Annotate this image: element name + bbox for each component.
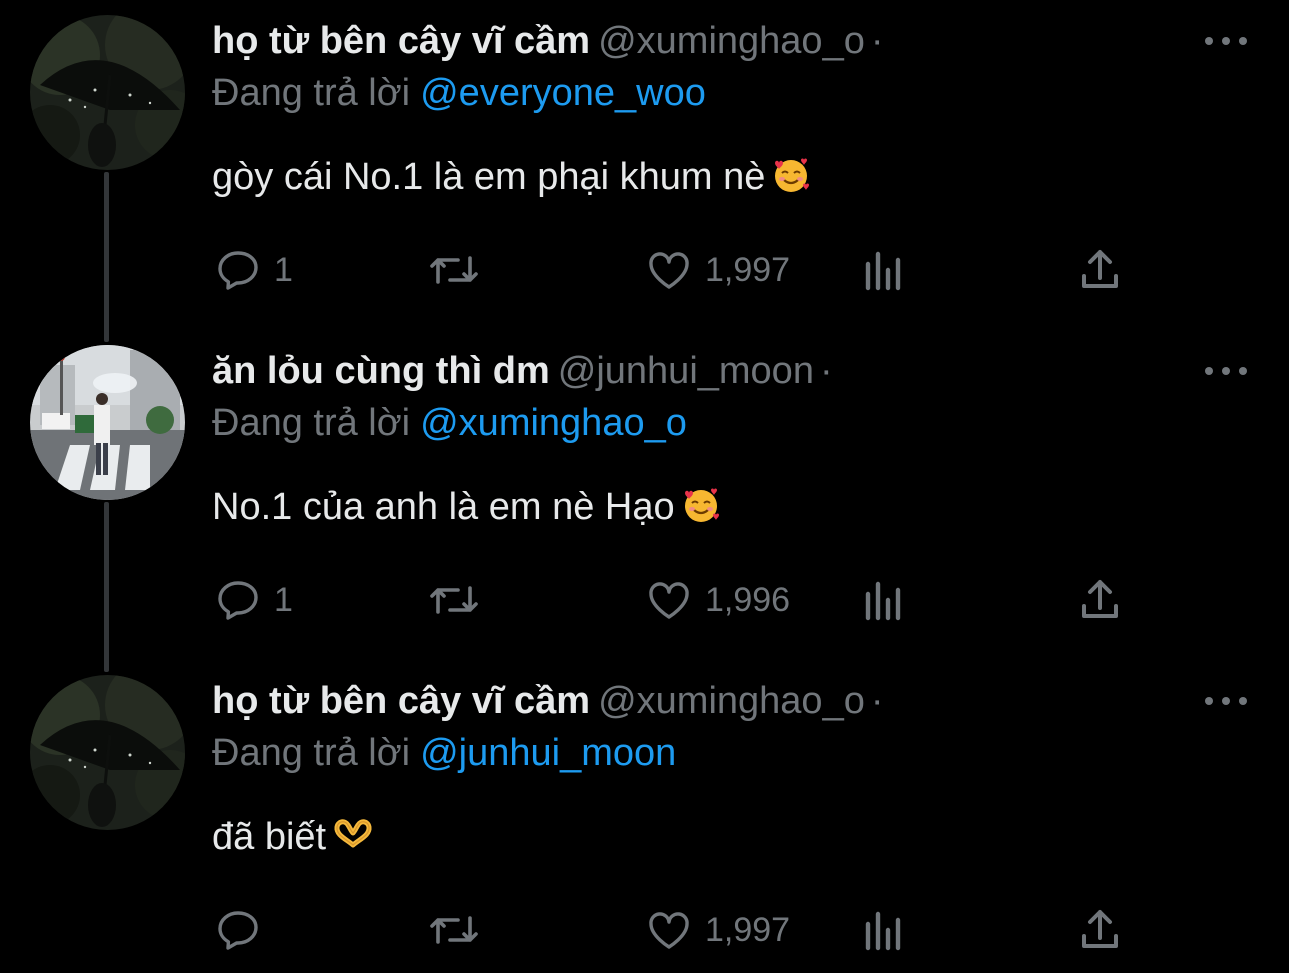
reply-count: 1 [274,580,293,619]
reply-button[interactable]: 1 [214,240,293,300]
mention-link[interactable]: @xuminghao_o [420,402,687,444]
retweet-icon [430,256,478,284]
like-button[interactable]: 1,996 [645,570,790,630]
avatar[interactable] [30,15,185,170]
display-name[interactable]: họ từ bên cây vĩ cầm [212,20,590,62]
tweet[interactable]: ăn lỏu cùng thì dm @junhui_moon · Đang trả… [0,330,1289,660]
replying-label: Đang trả lời [212,402,411,444]
user-handle[interactable]: @xuminghao_o [598,680,865,722]
tweet-actions: 1 1,996 [0,570,1289,630]
heart-icon [649,582,689,619]
avatar[interactable] [30,675,185,830]
like-button[interactable]: 1,997 [645,240,790,300]
reply-button[interactable] [214,900,274,960]
like-count: 1,996 [705,580,791,619]
separator-dot: · [870,680,884,722]
share-button[interactable] [1078,240,1122,300]
analytics-icon [865,581,901,621]
replying-label: Đang trả lời [212,732,411,774]
smiling-face-with-hearts-icon [771,155,811,206]
avatar-image [30,675,185,830]
retweet-button[interactable] [428,570,480,630]
tweet-text-content: gòy cái No.1 là em phại khum nè [212,156,766,198]
separator-dot: · [819,350,833,392]
analytics-button[interactable] [862,570,906,630]
share-icon [1082,580,1118,618]
mention-link[interactable]: @junhui_moon [420,732,676,774]
like-count: 1,997 [705,910,791,949]
user-handle[interactable]: @xuminghao_o [598,20,865,62]
tweet-text: No.1 của anh là em nè Hạo [212,484,721,536]
analytics-button[interactable] [862,900,906,960]
share-button[interactable] [1078,900,1122,960]
replying-to: Đang trả lời @everyone_woo [212,70,706,116]
analytics-icon [865,251,901,291]
more-options-icon[interactable] [1205,28,1247,54]
conversation-thread: họ từ bên cây vĩ cầm @xuminghao_o · Đang t… [0,0,1289,973]
tweet-header: họ từ bên cây vĩ cầm @xuminghao_o · [212,18,884,64]
display-name[interactable]: ăn lỏu cùng thì dm [212,350,550,392]
more-options-icon[interactable] [1205,688,1247,714]
tweet-actions: 1,997 [0,900,1289,960]
tweet[interactable]: họ từ bên cây vĩ cầm @xuminghao_o · Đang t… [0,0,1289,330]
like-button[interactable]: 1,997 [645,900,790,960]
heart-icon [649,252,689,289]
display-name[interactable]: họ từ bên cây vĩ cầm [212,680,590,722]
retweet-button[interactable] [428,900,480,960]
tweet-actions: 1 1,997 [0,240,1289,300]
replying-label: Đang trả lời [212,72,411,114]
heart-icon [649,912,689,949]
avatar[interactable] [30,345,185,500]
mention-link[interactable]: @everyone_woo [420,72,706,114]
reply-icon [218,911,258,950]
tweet-text: gòy cái No.1 là em phại khum nè [212,154,811,206]
retweet-icon [430,586,478,614]
reply-count: 1 [274,250,293,289]
replying-to: Đang trả lời @xuminghao_o [212,400,687,446]
tweet-header: họ từ bên cây vĩ cầm @xuminghao_o · [212,678,884,724]
like-count: 1,997 [705,250,791,289]
retweet-icon [430,916,478,944]
tweet-text: đã biết [212,814,374,866]
user-handle[interactable]: @junhui_moon [558,350,814,392]
reply-icon [218,581,258,620]
share-icon [1082,910,1118,948]
share-icon [1082,250,1118,288]
avatar-image [30,15,185,170]
separator-dot: · [870,20,884,62]
reply-icon [218,251,258,290]
avatar-image [30,345,185,500]
tweet-text-content: đã biết [212,816,327,858]
heart-hands-icon [332,815,374,866]
tweet-header: ăn lỏu cùng thì dm @junhui_moon · [212,348,833,394]
reply-button[interactable]: 1 [214,570,293,630]
analytics-button[interactable] [862,240,906,300]
more-options-icon[interactable] [1205,358,1247,384]
smiling-face-with-hearts-icon [681,485,721,536]
tweet[interactable]: họ từ bên cây vĩ cầm @xuminghao_o · Đang t… [0,660,1289,973]
analytics-icon [865,911,901,951]
tweet-text-content: No.1 của anh là em nè Hạo [212,486,675,528]
share-button[interactable] [1078,570,1122,630]
retweet-button[interactable] [428,240,480,300]
replying-to: Đang trả lời @junhui_moon [212,730,676,776]
